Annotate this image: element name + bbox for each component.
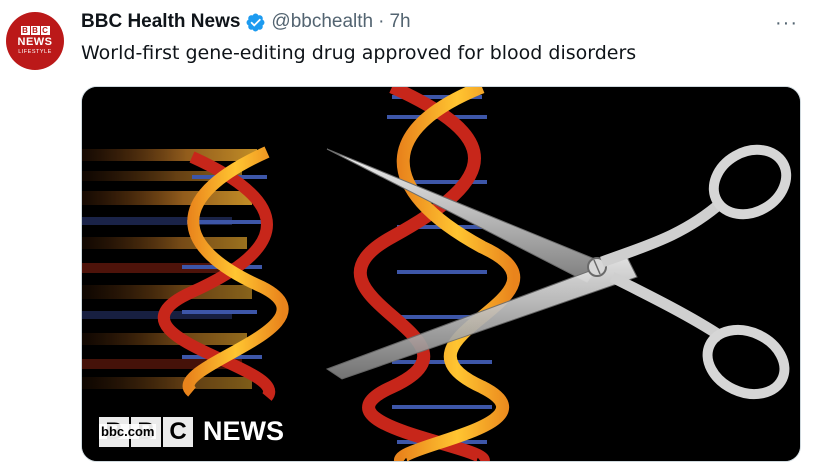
avatar-news-text: NEWS xyxy=(17,36,53,48)
verified-badge-icon[interactable] xyxy=(245,12,266,33)
tweet-text: World-first gene-editing drug approved f… xyxy=(81,42,637,64)
dna-scissors-illustration xyxy=(82,87,800,461)
avatar-bbc-letter: B xyxy=(30,26,40,35)
bbc-news-watermark: B B C bbc.com NEWS xyxy=(99,416,284,447)
watermark-url: bbc.com xyxy=(99,424,157,439)
more-options-icon[interactable]: ··· xyxy=(775,12,798,35)
avatar[interactable]: B B C NEWS LIFESTYLE xyxy=(6,12,64,70)
author-handle[interactable]: @bbchealth xyxy=(271,11,373,33)
avatar-bbc-logo: B B C xyxy=(20,26,50,35)
watermark-letter: C xyxy=(163,416,193,447)
tweet-header: BBC Health News @bbchealth · 7h xyxy=(81,11,411,33)
tweet-media-image[interactable]: B B C bbc.com NEWS xyxy=(81,86,801,462)
watermark-news: NEWS xyxy=(203,416,284,446)
separator-dot: · xyxy=(378,11,385,32)
avatar-bbc-letter: C xyxy=(40,26,50,35)
tweet-timestamp[interactable]: 7h xyxy=(389,11,410,33)
avatar-bbc-letter: B xyxy=(20,26,30,35)
avatar-subtitle: LIFESTYLE xyxy=(18,49,52,55)
author-name[interactable]: BBC Health News xyxy=(81,11,240,33)
